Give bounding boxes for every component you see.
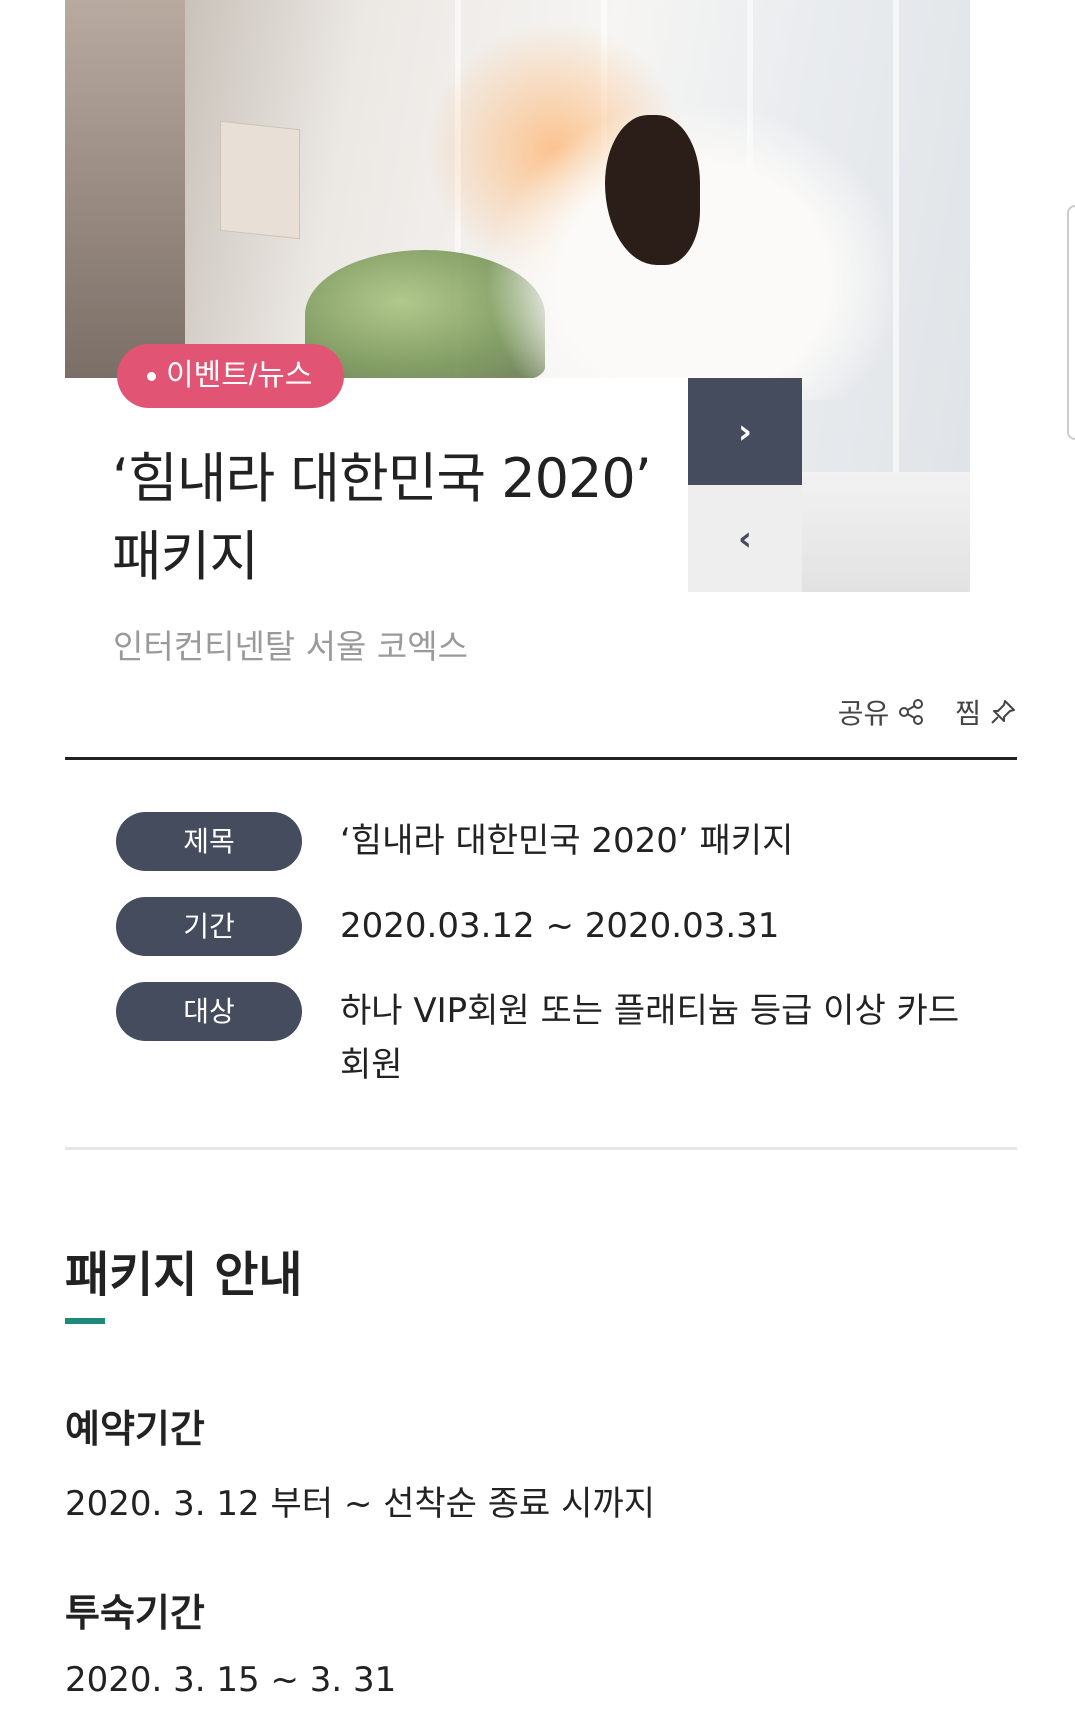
stay-period-value: 2020. 3. 15 ~ 3. 31 [65, 1660, 397, 1700]
info-row-title: 제목 ‘힘내라 대한민국 2020’ 패키지 [116, 812, 996, 871]
scroll-handle[interactable] [1067, 205, 1075, 440]
section-title: 패키지 안내 [65, 1247, 303, 1303]
chevron-right-icon: › [737, 411, 752, 452]
info-row-period: 기간 2020.03.12 ~ 2020.03.31 [116, 897, 996, 956]
next-slide-button[interactable]: › [688, 378, 802, 485]
share-button[interactable]: 공유 [838, 692, 926, 732]
divider [65, 757, 1017, 760]
section-accent-bar [65, 1318, 105, 1324]
hotel-name: 인터컨티넨탈 서울 코엑스 [113, 627, 468, 666]
info-value: 하나 VIP회원 또는 플래티늄 등급 이상 카드 회원 [340, 991, 960, 1085]
save-label: 찜 [955, 697, 981, 730]
category-badge: 이벤트/뉴스 [117, 344, 345, 408]
info-label: 제목 [116, 812, 302, 871]
category-badge-label: 이벤트/뉴스 [166, 359, 313, 392]
info-value: 2020.03.12 ~ 2020.03.31 [340, 906, 780, 946]
info-value: ‘힘내라 대한민국 2020’ 패키지 [340, 821, 794, 861]
prev-slide-button[interactable]: ‹ [688, 485, 802, 592]
booking-period-heading: 예약기간 [65, 1407, 205, 1451]
event-detail-page: 이벤트/뉴스 › ‹ ‘힘내라 대한민국 2020’ 패키지 인터컨티넨탈 서울… [0, 0, 1075, 1721]
share-label: 공유 [837, 697, 890, 730]
share-icon [899, 699, 924, 725]
action-bar: 공유 찜 [838, 692, 1017, 732]
pin-icon [991, 700, 1015, 724]
save-button[interactable]: 찜 [955, 692, 1017, 732]
divider [65, 1147, 1017, 1150]
dot-icon [147, 371, 156, 381]
booking-period-value: 2020. 3. 12 부터 ~ 선착순 종료 시까지 [65, 1484, 655, 1524]
event-info: 제목 ‘힘내라 대한민국 2020’ 패키지 기간 2020.03.12 ~ 2… [116, 812, 996, 1118]
stay-period-heading: 투숙기간 [65, 1591, 205, 1635]
info-row-target: 대상 하나 VIP회원 또는 플래티늄 등급 이상 카드 회원 [116, 982, 996, 1092]
info-label: 기간 [116, 897, 302, 956]
chevron-left-icon: ‹ [737, 518, 752, 559]
page-title: ‘힘내라 대한민국 2020’ 패키지 [112, 447, 652, 588]
info-label: 대상 [116, 982, 302, 1041]
